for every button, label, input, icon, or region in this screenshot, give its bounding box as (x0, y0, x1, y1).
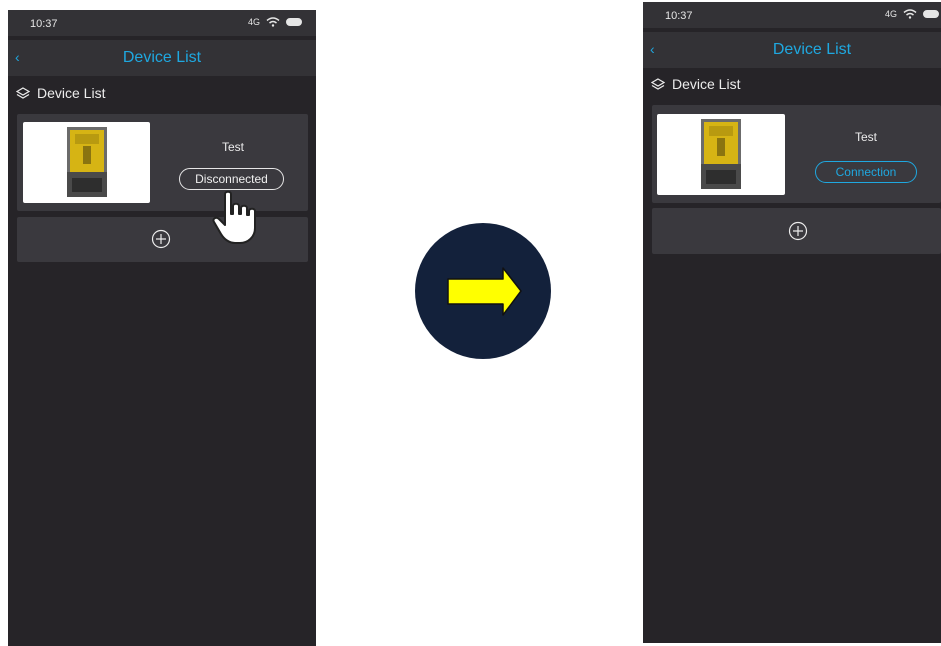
phone-screen-before: 10:37 4G ‹ Device List Device List Test … (8, 10, 316, 646)
section-header: Device List (16, 85, 105, 101)
transition-indicator (415, 223, 551, 359)
connection-status-button[interactable]: Connection (815, 161, 917, 183)
add-device-button[interactable] (652, 208, 941, 254)
status-bar: 10:37 4G (643, 2, 941, 28)
wifi-icon (266, 17, 280, 27)
layers-icon (651, 78, 665, 90)
nav-bar: ‹ Device List (643, 32, 941, 68)
back-button[interactable]: ‹ (650, 41, 655, 57)
section-title: Device List (37, 85, 106, 101)
nav-bar: ‹ Device List (8, 40, 316, 76)
page-title: Device List (122, 49, 202, 66)
section-header: Device List (651, 76, 740, 92)
page-title: Device List (772, 41, 852, 58)
printer-image (23, 122, 150, 203)
wifi-icon (903, 9, 917, 19)
section-title: Device List (672, 76, 741, 92)
signal-icon: 4G (247, 17, 260, 27)
connection-status-button[interactable]: Disconnected (179, 168, 284, 190)
device-card[interactable]: Test Connection (652, 105, 941, 203)
phone-screen-after: 10:37 4G ‹ Device List Device List Test … (643, 2, 941, 643)
add-circle-icon (151, 229, 171, 249)
status-time: 10:37 (30, 18, 58, 30)
battery-icon (923, 10, 939, 18)
printer-image (657, 114, 785, 195)
hand-cursor-icon (212, 190, 256, 244)
device-name: Test (221, 140, 244, 154)
battery-icon (286, 18, 302, 26)
add-circle-icon (788, 221, 808, 241)
status-bar: 10:37 4G (8, 10, 316, 36)
device-name: Test (854, 130, 877, 144)
layers-icon (16, 87, 30, 99)
signal-icon: 4G (884, 9, 897, 19)
status-time: 10:37 (665, 10, 693, 22)
right-arrow-icon (447, 267, 522, 316)
